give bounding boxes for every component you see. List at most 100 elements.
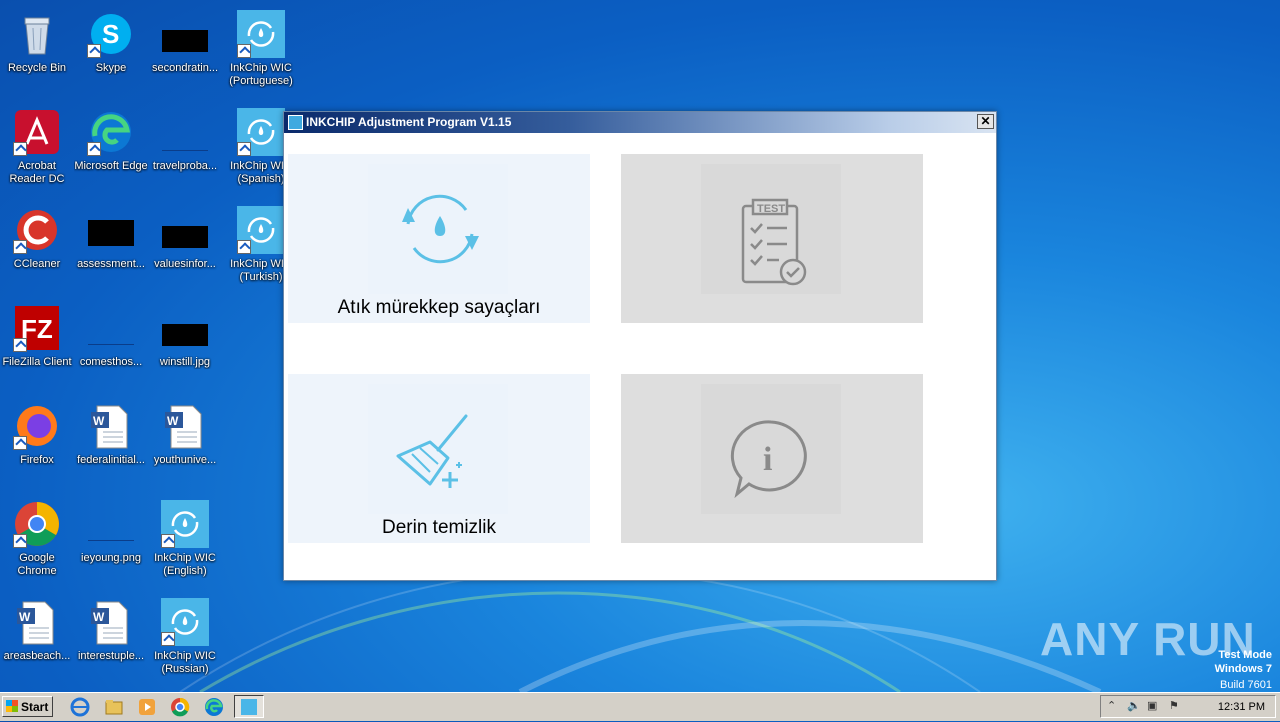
desktop-icon-firefox[interactable]: Firefox (0, 396, 74, 486)
inkchip-window: INKCHIP Adjustment Program V1.15 ✕ Atık … (283, 111, 997, 581)
desktop-icon-label: assessment... (77, 258, 145, 270)
desktop-icon-file[interactable]: valuesinfor... (148, 200, 222, 290)
shortcut-arrow-icon (13, 534, 27, 548)
file-thumbnail-icon (162, 128, 208, 151)
desktop-icon-label: InkChip WIC (Russian) (154, 650, 216, 675)
test-badge: TEST (757, 203, 785, 215)
deep-cleaning-tile[interactable]: Derin temizlik (288, 374, 590, 543)
firefox-icon (13, 402, 61, 450)
chrome-taskbar-icon[interactable] (170, 697, 190, 717)
network-icon[interactable]: ▣ (1147, 701, 1158, 712)
shortcut-arrow-icon (13, 436, 27, 450)
desktop-icon-file[interactable]: assessment... (74, 200, 148, 290)
tile-label: Atık mürekkep sayaçları (337, 297, 541, 318)
system-tray: ⌃ 🔈 ▣ ⚑ 12:31 PM (1100, 695, 1276, 718)
shortcut-arrow-icon (13, 240, 27, 254)
close-button[interactable]: ✕ (977, 114, 994, 129)
window-titlebar[interactable]: INKCHIP Adjustment Program V1.15 ✕ (284, 112, 996, 133)
volume-icon[interactable]: 🔈 (1127, 701, 1141, 712)
desktop-icon-label: Skype (95, 62, 127, 74)
desktop-icon-file[interactable]: winstill.jpg (148, 298, 222, 388)
svg-text:W: W (167, 414, 179, 428)
refresh-ink-icon (402, 194, 479, 264)
shortcut-arrow-icon (237, 240, 251, 254)
desktop-icon-label: winstill.jpg (159, 356, 211, 368)
desktop-icon-label: Recycle Bin (7, 62, 67, 74)
word-document-icon: W (87, 598, 135, 646)
inkchip-taskbar-button[interactable] (234, 695, 264, 718)
desktop-icon-label: interestuple... (77, 650, 145, 662)
shortcut-arrow-icon (87, 142, 101, 156)
shortcut-arrow-icon (87, 44, 101, 58)
tile-icon-area (368, 164, 508, 294)
word-document-icon: W (161, 402, 209, 450)
filezilla-icon: FZ (13, 304, 61, 352)
word-document-icon: W (87, 402, 135, 450)
show-hidden-icons-icon[interactable]: ⌃ (1107, 701, 1118, 712)
desktop-icon-file[interactable]: secondratin... (148, 4, 222, 94)
desktop-icon-label: secondratin... (151, 62, 219, 74)
media-player-icon[interactable] (137, 697, 157, 717)
windows-version-label: Windows 7 (1214, 663, 1272, 675)
desktop-icon-inkchip-portuguese[interactable]: InkChip WIC (Portuguese) (224, 4, 298, 94)
taskbar: Start ⌃ 🔈 ▣ ⚑ 12:31 PM (0, 692, 1280, 721)
start-label: Start (21, 700, 49, 714)
desktop-icon-label: comesthos... (79, 356, 143, 368)
desktop-icon-word-file[interactable]: W areasbeach... (0, 592, 74, 682)
window-title: INKCHIP Adjustment Program V1.15 (306, 115, 512, 129)
shortcut-arrow-icon (161, 632, 175, 646)
desktop-icon-edge[interactable]: Microsoft Edge (74, 102, 148, 192)
desktop-icon-file[interactable]: travelproba... (148, 102, 222, 192)
desktop-icon-label: valuesinfor... (154, 258, 216, 270)
start-button[interactable]: Start (2, 696, 53, 717)
desktop-icon-word-file[interactable]: W youthunive... (148, 396, 222, 486)
shortcut-arrow-icon (13, 338, 27, 352)
internet-explorer-icon[interactable] (70, 697, 90, 717)
clock[interactable]: 12:31 PM (1218, 701, 1265, 713)
inkchip-icon (237, 206, 285, 254)
recycle-bin-icon (13, 10, 61, 58)
desktop-icon-inkchip-russian[interactable]: InkChip WIC (Russian) (148, 592, 222, 682)
desktop-icon-skype[interactable]: S Skype (74, 4, 148, 94)
desktop-icon-file[interactable]: comesthos... (74, 298, 148, 388)
app-icon (288, 115, 303, 130)
svg-text:W: W (93, 414, 105, 428)
desktop-icon-recycle-bin[interactable]: Recycle Bin (0, 4, 74, 94)
svg-text:S: S (102, 19, 119, 49)
acrobat-icon (13, 108, 61, 156)
desktop-icon-acrobat[interactable]: Acrobat Reader DC (0, 102, 74, 192)
desktop-icon-label: areasbeach... (3, 650, 71, 662)
show-desktop-button[interactable] (1276, 696, 1280, 717)
shortcut-arrow-icon (237, 44, 251, 58)
file-thumbnail-icon (88, 220, 134, 246)
action-center-flag-icon[interactable]: ⚑ (1169, 701, 1180, 712)
desktop-icon-filezilla[interactable]: FZ FileZilla Client (0, 298, 74, 388)
skype-icon: S (87, 10, 135, 58)
inkchip-icon (237, 10, 285, 58)
desktop-icon-inkchip-english[interactable]: InkChip WIC (English) (148, 494, 222, 584)
edge-taskbar-icon[interactable] (204, 697, 224, 717)
info-tile[interactable]: i (621, 374, 923, 543)
desktop-icon-label: ieyoung.png (81, 552, 141, 564)
waste-ink-counters-tile[interactable]: Atık mürekkep sayaçları (288, 154, 590, 323)
inkchip-icon (161, 500, 209, 548)
ccleaner-icon (13, 206, 61, 254)
desktop-icon-chrome[interactable]: Google Chrome (0, 494, 74, 584)
file-thumbnail-icon (162, 226, 208, 248)
file-thumbnail-icon (88, 318, 134, 345)
inkchip-icon (161, 598, 209, 646)
desktop-icon-file[interactable]: ieyoung.png (74, 494, 148, 584)
file-explorer-icon[interactable] (104, 697, 124, 717)
shortcut-arrow-icon (13, 142, 27, 156)
tile-icon-area (368, 384, 508, 514)
tile-icon-area: i (701, 384, 841, 514)
desktop-icon-label: Acrobat Reader DC (9, 160, 65, 185)
desktop-icon-word-file[interactable]: W federalinitial... (74, 396, 148, 486)
desktop-icon-word-file[interactable]: W interestuple... (74, 592, 148, 682)
desktop-icon-label: Google Chrome (17, 552, 57, 577)
desktop-icon-ccleaner[interactable]: CCleaner (0, 200, 74, 290)
file-thumbnail-icon (162, 30, 208, 52)
shortcut-arrow-icon (161, 534, 175, 548)
tile-icon-area: TEST (701, 164, 841, 294)
test-tile[interactable]: TEST (621, 154, 923, 323)
